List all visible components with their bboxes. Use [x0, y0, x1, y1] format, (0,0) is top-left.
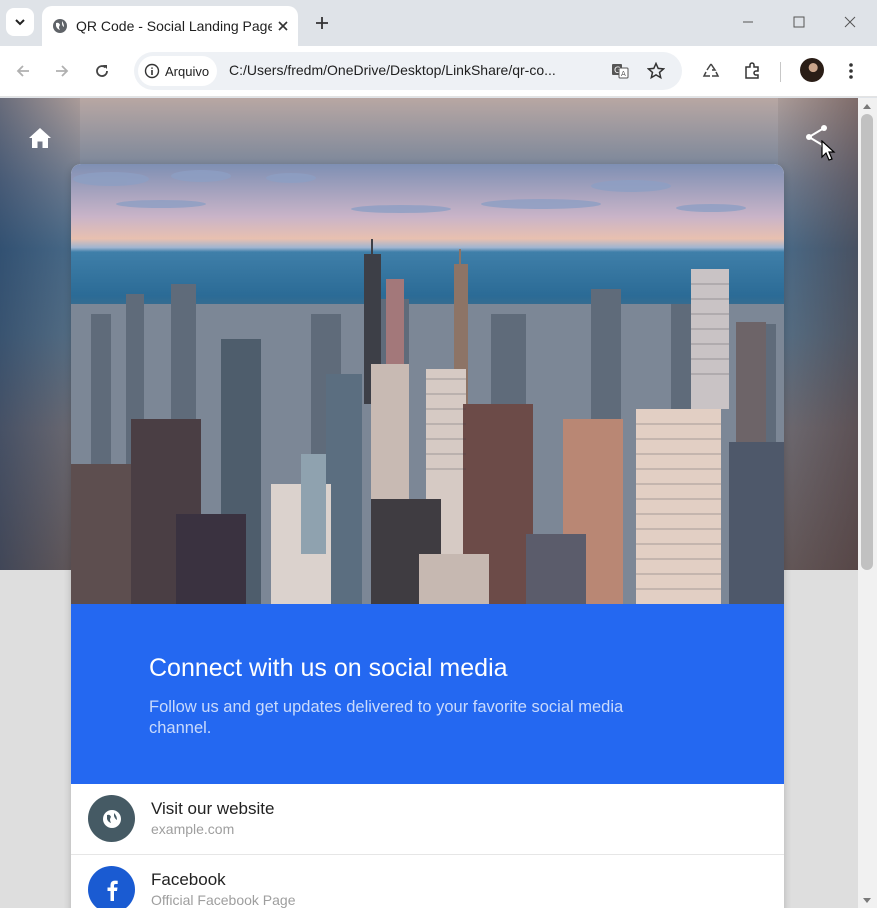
minimize-icon: [743, 21, 753, 23]
arrow-right-icon: [56, 65, 69, 77]
link-item-website[interactable]: Visit our website example.com: [71, 784, 784, 855]
recycle-icon: [702, 63, 720, 77]
landing-card: Connect with us on social media Follow u…: [71, 164, 784, 908]
reload-button[interactable]: [87, 56, 117, 86]
page-viewport: Connect with us on social media Follow u…: [0, 98, 858, 908]
facebook-icon: [107, 880, 118, 901]
info-icon: [144, 63, 160, 79]
banner-subtitle: Follow us and get updates delivered to y…: [149, 698, 624, 737]
skyline-illustration: [71, 170, 784, 604]
scroll-down-arrow[interactable]: [863, 898, 871, 903]
browser-menu-button[interactable]: [836, 56, 866, 86]
page-scrollbar[interactable]: [858, 98, 877, 908]
banner-title: Connect with us on social media: [149, 654, 508, 682]
globe-icon: [102, 809, 121, 828]
social-banner: Connect with us on social media Follow u…: [71, 604, 784, 784]
link-title: Facebook: [151, 870, 226, 889]
site-info-label: Arquivo: [165, 63, 210, 79]
tab-search-button[interactable]: [6, 8, 34, 36]
close-icon: [844, 16, 856, 28]
close-icon: [278, 21, 288, 31]
reload-icon: [96, 65, 108, 77]
tab-active[interactable]: QR Code - Social Landing Page: [42, 6, 298, 46]
link-subtitle: Official Facebook Page: [151, 892, 296, 908]
globe-icon: [53, 19, 67, 33]
close-window-button[interactable]: [828, 6, 872, 38]
svg-text:A: A: [621, 70, 626, 78]
translate-icon: GA: [612, 64, 629, 79]
chevron-down-icon: [15, 19, 25, 26]
scroll-up-arrow[interactable]: [863, 104, 871, 109]
url-text[interactable]: C:/Users/fredm/OneDrive/Desktop/LinkShar…: [229, 62, 599, 78]
plus-icon: [316, 17, 328, 29]
back-button[interactable]: [8, 56, 38, 86]
scroll-thumb[interactable]: [861, 114, 873, 570]
tab-close-button[interactable]: [272, 15, 294, 37]
recycle-extension-button[interactable]: [696, 56, 726, 86]
link-subtitle: example.com: [151, 821, 235, 837]
address-bar[interactable]: Arquivo C:/Users/fredm/OneDrive/Desktop/…: [134, 52, 682, 90]
site-info-chip[interactable]: Arquivo: [138, 56, 218, 86]
profile-avatar[interactable]: [800, 58, 824, 82]
tab-title: QR Code - Social Landing Page: [76, 18, 272, 34]
maximize-button[interactable]: [777, 6, 821, 38]
link-title: Visit our website: [151, 799, 275, 818]
toolbar-separator: [780, 62, 781, 82]
minimize-button[interactable]: [726, 6, 770, 38]
tab-strip: QR Code - Social Landing Page: [0, 0, 877, 46]
bookmark-button[interactable]: [642, 57, 670, 85]
puzzle-icon: [745, 62, 759, 79]
arrow-left-icon: [16, 65, 29, 77]
star-icon: [647, 62, 665, 80]
browser-toolbar: Arquivo C:/Users/fredm/OneDrive/Desktop/…: [0, 46, 877, 97]
link-item-facebook[interactable]: Facebook Official Facebook Page: [71, 855, 784, 908]
extensions-button[interactable]: [737, 56, 767, 86]
more-vertical-icon: [849, 63, 853, 79]
forward-button[interactable]: [47, 56, 77, 86]
translate-button[interactable]: GA: [606, 57, 634, 85]
website-icon-badge: [88, 795, 135, 842]
mouse-cursor-icon: [821, 140, 836, 161]
home-icon[interactable]: [26, 124, 54, 152]
facebook-icon-badge: [88, 866, 135, 908]
new-tab-button[interactable]: [308, 9, 336, 37]
maximize-icon: [793, 16, 805, 28]
city-skyline-image: [71, 164, 784, 604]
